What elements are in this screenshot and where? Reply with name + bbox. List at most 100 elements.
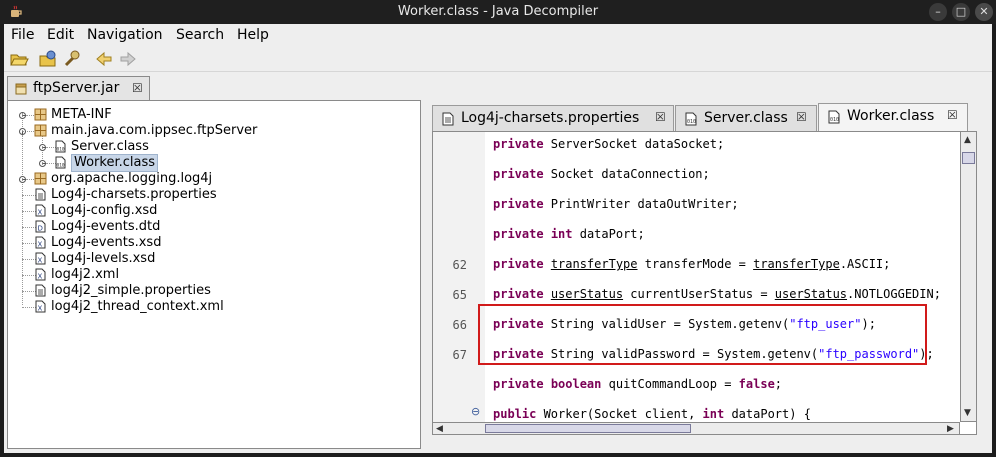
keyword: false <box>738 377 775 391</box>
fold-collapse-icon[interactable]: ⊖ <box>471 405 480 418</box>
menu-search[interactable]: Search <box>176 27 224 43</box>
code-text: Worker(Socket client, <box>536 407 703 421</box>
keyword: private <box>493 197 544 211</box>
tab-close-icon[interactable]: ☒ <box>947 108 958 122</box>
tree-item[interactable]: 010 Server.class <box>8 139 408 155</box>
back-arrow-icon[interactable] <box>94 49 114 69</box>
code-text: currentUserStatus = <box>623 287 775 301</box>
code-line: private ServerSocket dataSocket; <box>493 137 724 151</box>
scroll-thumb[interactable] <box>962 152 975 164</box>
tree-item[interactable]: 010 Worker.class <box>8 154 408 172</box>
menu-bar: File Edit Navigation Search Help <box>4 24 992 46</box>
menu-navigation[interactable]: Navigation <box>87 27 163 43</box>
tree-collapsed-icon[interactable] <box>18 111 27 120</box>
keyword: private <box>493 137 544 151</box>
tab-close-icon[interactable]: ☒ <box>655 110 666 124</box>
type-reference[interactable]: transferType <box>753 257 840 271</box>
code-line: private String validUser = System.getenv… <box>493 317 876 331</box>
svg-text:X: X <box>38 273 43 281</box>
menu-help[interactable]: Help <box>237 27 269 43</box>
tree-collapsed-icon[interactable] <box>38 143 47 152</box>
menu-file[interactable]: File <box>11 27 34 43</box>
keyword: int <box>702 407 725 421</box>
horizontal-scrollbar[interactable]: ◀ ▶ <box>432 422 960 435</box>
code-line: private int dataPort; <box>493 227 645 241</box>
tree-item[interactable]: Log4j-charsets.properties <box>8 187 408 203</box>
string-literal: "ftp_user" <box>789 317 862 331</box>
tree-item[interactable]: META-INF <box>8 107 408 123</box>
jar-file-icon <box>15 83 27 95</box>
scroll-right-icon[interactable]: ▶ <box>947 424 954 434</box>
type-reference[interactable]: transferType <box>551 257 638 271</box>
menu-edit[interactable]: Edit <box>47 27 74 43</box>
keyword: private <box>493 257 544 271</box>
minimize-button[interactable]: – <box>929 3 947 21</box>
text-file-icon <box>442 112 454 126</box>
code-text: dataPort) { <box>724 407 811 421</box>
code-view[interactable]: private ServerSocket dataSocket; private … <box>432 131 977 435</box>
tree-item[interactable]: Xlog4j2.xml <box>8 267 408 283</box>
tree-item-label: Log4j-events.dtd <box>51 219 161 234</box>
open-file-icon[interactable] <box>9 49 29 69</box>
forward-arrow-icon[interactable] <box>118 49 138 69</box>
tree-item-label: Log4j-events.xsd <box>51 235 162 250</box>
window-titlebar: Worker.class - Java Decompiler – □ ✕ <box>0 0 996 24</box>
tab-ftpserver-jar[interactable]: ftpServer.jar ☒ <box>7 76 150 100</box>
application-window: File Edit Navigation Search Help ftpServ… <box>4 24 992 453</box>
scroll-left-icon[interactable]: ◀ <box>436 424 443 434</box>
type-reference[interactable]: userStatus <box>775 287 847 301</box>
tab-server-class[interactable]: 010 Server.class ☒ <box>675 105 817 131</box>
tree-collapsed-icon[interactable] <box>38 159 47 168</box>
find-icon[interactable] <box>62 49 82 69</box>
svg-text:X: X <box>38 257 43 265</box>
tab-label: Worker.class <box>847 108 935 124</box>
tree-item[interactable]: X Log4j-events.xsd <box>8 235 408 251</box>
vertical-scrollbar[interactable]: ▲ ▼ <box>960 131 977 422</box>
package-icon <box>34 108 47 121</box>
tree-item-label: Log4j-config.xsd <box>51 203 158 218</box>
scroll-thumb[interactable] <box>485 424 691 433</box>
svg-text:010: 010 <box>687 119 696 125</box>
class-file-icon: 010 <box>685 112 697 126</box>
tree-item-label: log4j2_simple.properties <box>51 283 211 298</box>
tree-item[interactable]: X Log4j-config.xsd <box>8 203 408 219</box>
code-text: Socket dataConnection; <box>543 167 710 181</box>
tab-close-icon[interactable]: ☒ <box>132 81 143 95</box>
close-button[interactable]: ✕ <box>975 3 993 21</box>
editor-area: Log4j-charsets.properties ☒ 010 Server.c… <box>428 100 992 450</box>
tab-worker-class[interactable]: 010 Worker.class ☒ <box>818 103 968 131</box>
text-file-icon <box>35 284 46 297</box>
svg-text:X: X <box>38 305 43 313</box>
tree-item[interactable]: Xlog4j2_thread_context.xml <box>8 299 408 315</box>
maximize-button[interactable]: □ <box>952 3 970 21</box>
text-file-icon <box>35 188 46 201</box>
tree-item[interactable]: X Log4j-levels.xsd <box>8 251 408 267</box>
code-line: private String validPassword = System.ge… <box>493 347 934 361</box>
svg-text:X: X <box>38 241 43 249</box>
tab-log4j-charsets-properties[interactable]: Log4j-charsets.properties ☒ <box>432 105 674 131</box>
scroll-up-icon[interactable]: ▲ <box>964 135 971 145</box>
tab-close-icon[interactable]: ☒ <box>796 110 807 124</box>
open-type-icon[interactable] <box>38 49 58 69</box>
svg-text:X: X <box>38 209 43 217</box>
tree-item[interactable]: log4j2_simple.properties <box>8 283 408 299</box>
tree-item[interactable]: D Log4j-events.dtd <box>8 219 408 235</box>
code-text: transferMode = <box>637 257 754 271</box>
keyword: private <box>493 287 544 301</box>
code-text: String validUser = System.getenv( <box>543 317 790 331</box>
tab-label: Log4j-charsets.properties <box>461 110 640 126</box>
tree-expanded-icon[interactable] <box>18 127 27 136</box>
tree-item-label: Log4j-charsets.properties <box>51 187 217 202</box>
tab-label: ftpServer.jar <box>33 80 120 96</box>
tree-item[interactable]: main.java.com.ippsec.ftpServer <box>8 123 408 139</box>
scroll-down-icon[interactable]: ▼ <box>964 408 971 418</box>
svg-text:010: 010 <box>830 117 839 123</box>
type-reference[interactable]: userStatus <box>551 287 623 301</box>
line-number: 66 <box>452 318 467 332</box>
keyword: private <box>493 227 544 241</box>
xml-file-icon: X <box>35 204 46 217</box>
tree-item[interactable]: org.apache.logging.log4j <box>8 171 408 187</box>
tree-collapsed-icon[interactable] <box>18 175 27 184</box>
class-file-icon: 010 <box>55 140 66 153</box>
